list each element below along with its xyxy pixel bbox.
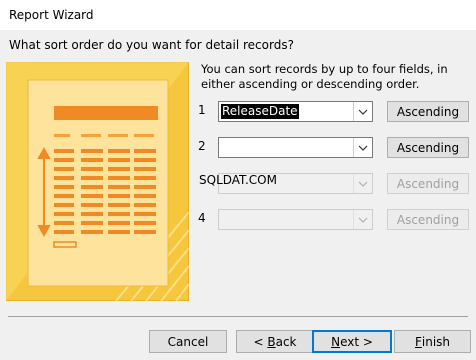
divider bbox=[8, 316, 468, 317]
chevron-down-icon[interactable] bbox=[353, 138, 372, 157]
sort-order-4-button: Ascending bbox=[387, 209, 469, 230]
back-button-rest: ack bbox=[275, 334, 297, 349]
chevron-down-icon bbox=[353, 174, 372, 193]
back-button[interactable]: < Back bbox=[236, 330, 314, 353]
sort-row-1-number: 1 bbox=[198, 103, 206, 117]
description-text: You can sort records by up to four field… bbox=[201, 62, 448, 91]
finish-button[interactable]: Finish bbox=[394, 330, 471, 353]
sort-field-2-combo[interactable] bbox=[218, 137, 373, 158]
watermark-text: SQLDAT.COM bbox=[199, 173, 277, 187]
sort-order-1-button[interactable]: Ascending bbox=[387, 101, 469, 122]
sort-order-2-button[interactable]: Ascending bbox=[387, 137, 469, 158]
question-text: What sort order do you want for detail r… bbox=[9, 38, 294, 52]
next-button-rest: ext > bbox=[340, 334, 373, 349]
sort-field-1-combo[interactable]: ReleaseDate bbox=[218, 101, 373, 122]
window-title: Report Wizard bbox=[9, 8, 94, 22]
sort-field-4-combo bbox=[218, 209, 373, 230]
chevron-down-icon[interactable] bbox=[353, 102, 372, 121]
next-button-key: N bbox=[331, 334, 341, 349]
back-button-key: B bbox=[267, 334, 276, 349]
sort-order-3-button: Ascending bbox=[387, 173, 469, 194]
finish-button-key: F bbox=[414, 334, 422, 349]
sort-row-4-number: 4 bbox=[198, 211, 206, 225]
cancel-button[interactable]: Cancel bbox=[149, 330, 227, 353]
title-bar: Report Wizard bbox=[0, 0, 476, 30]
report-illustration bbox=[6, 62, 189, 301]
chevron-down-icon bbox=[353, 210, 372, 229]
next-button[interactable]: Next > bbox=[312, 330, 392, 353]
sort-field-1-value: ReleaseDate bbox=[221, 104, 299, 119]
sort-row-2-number: 2 bbox=[198, 139, 206, 153]
finish-button-rest: inish bbox=[421, 334, 451, 349]
back-button-prefix: < bbox=[253, 334, 268, 349]
